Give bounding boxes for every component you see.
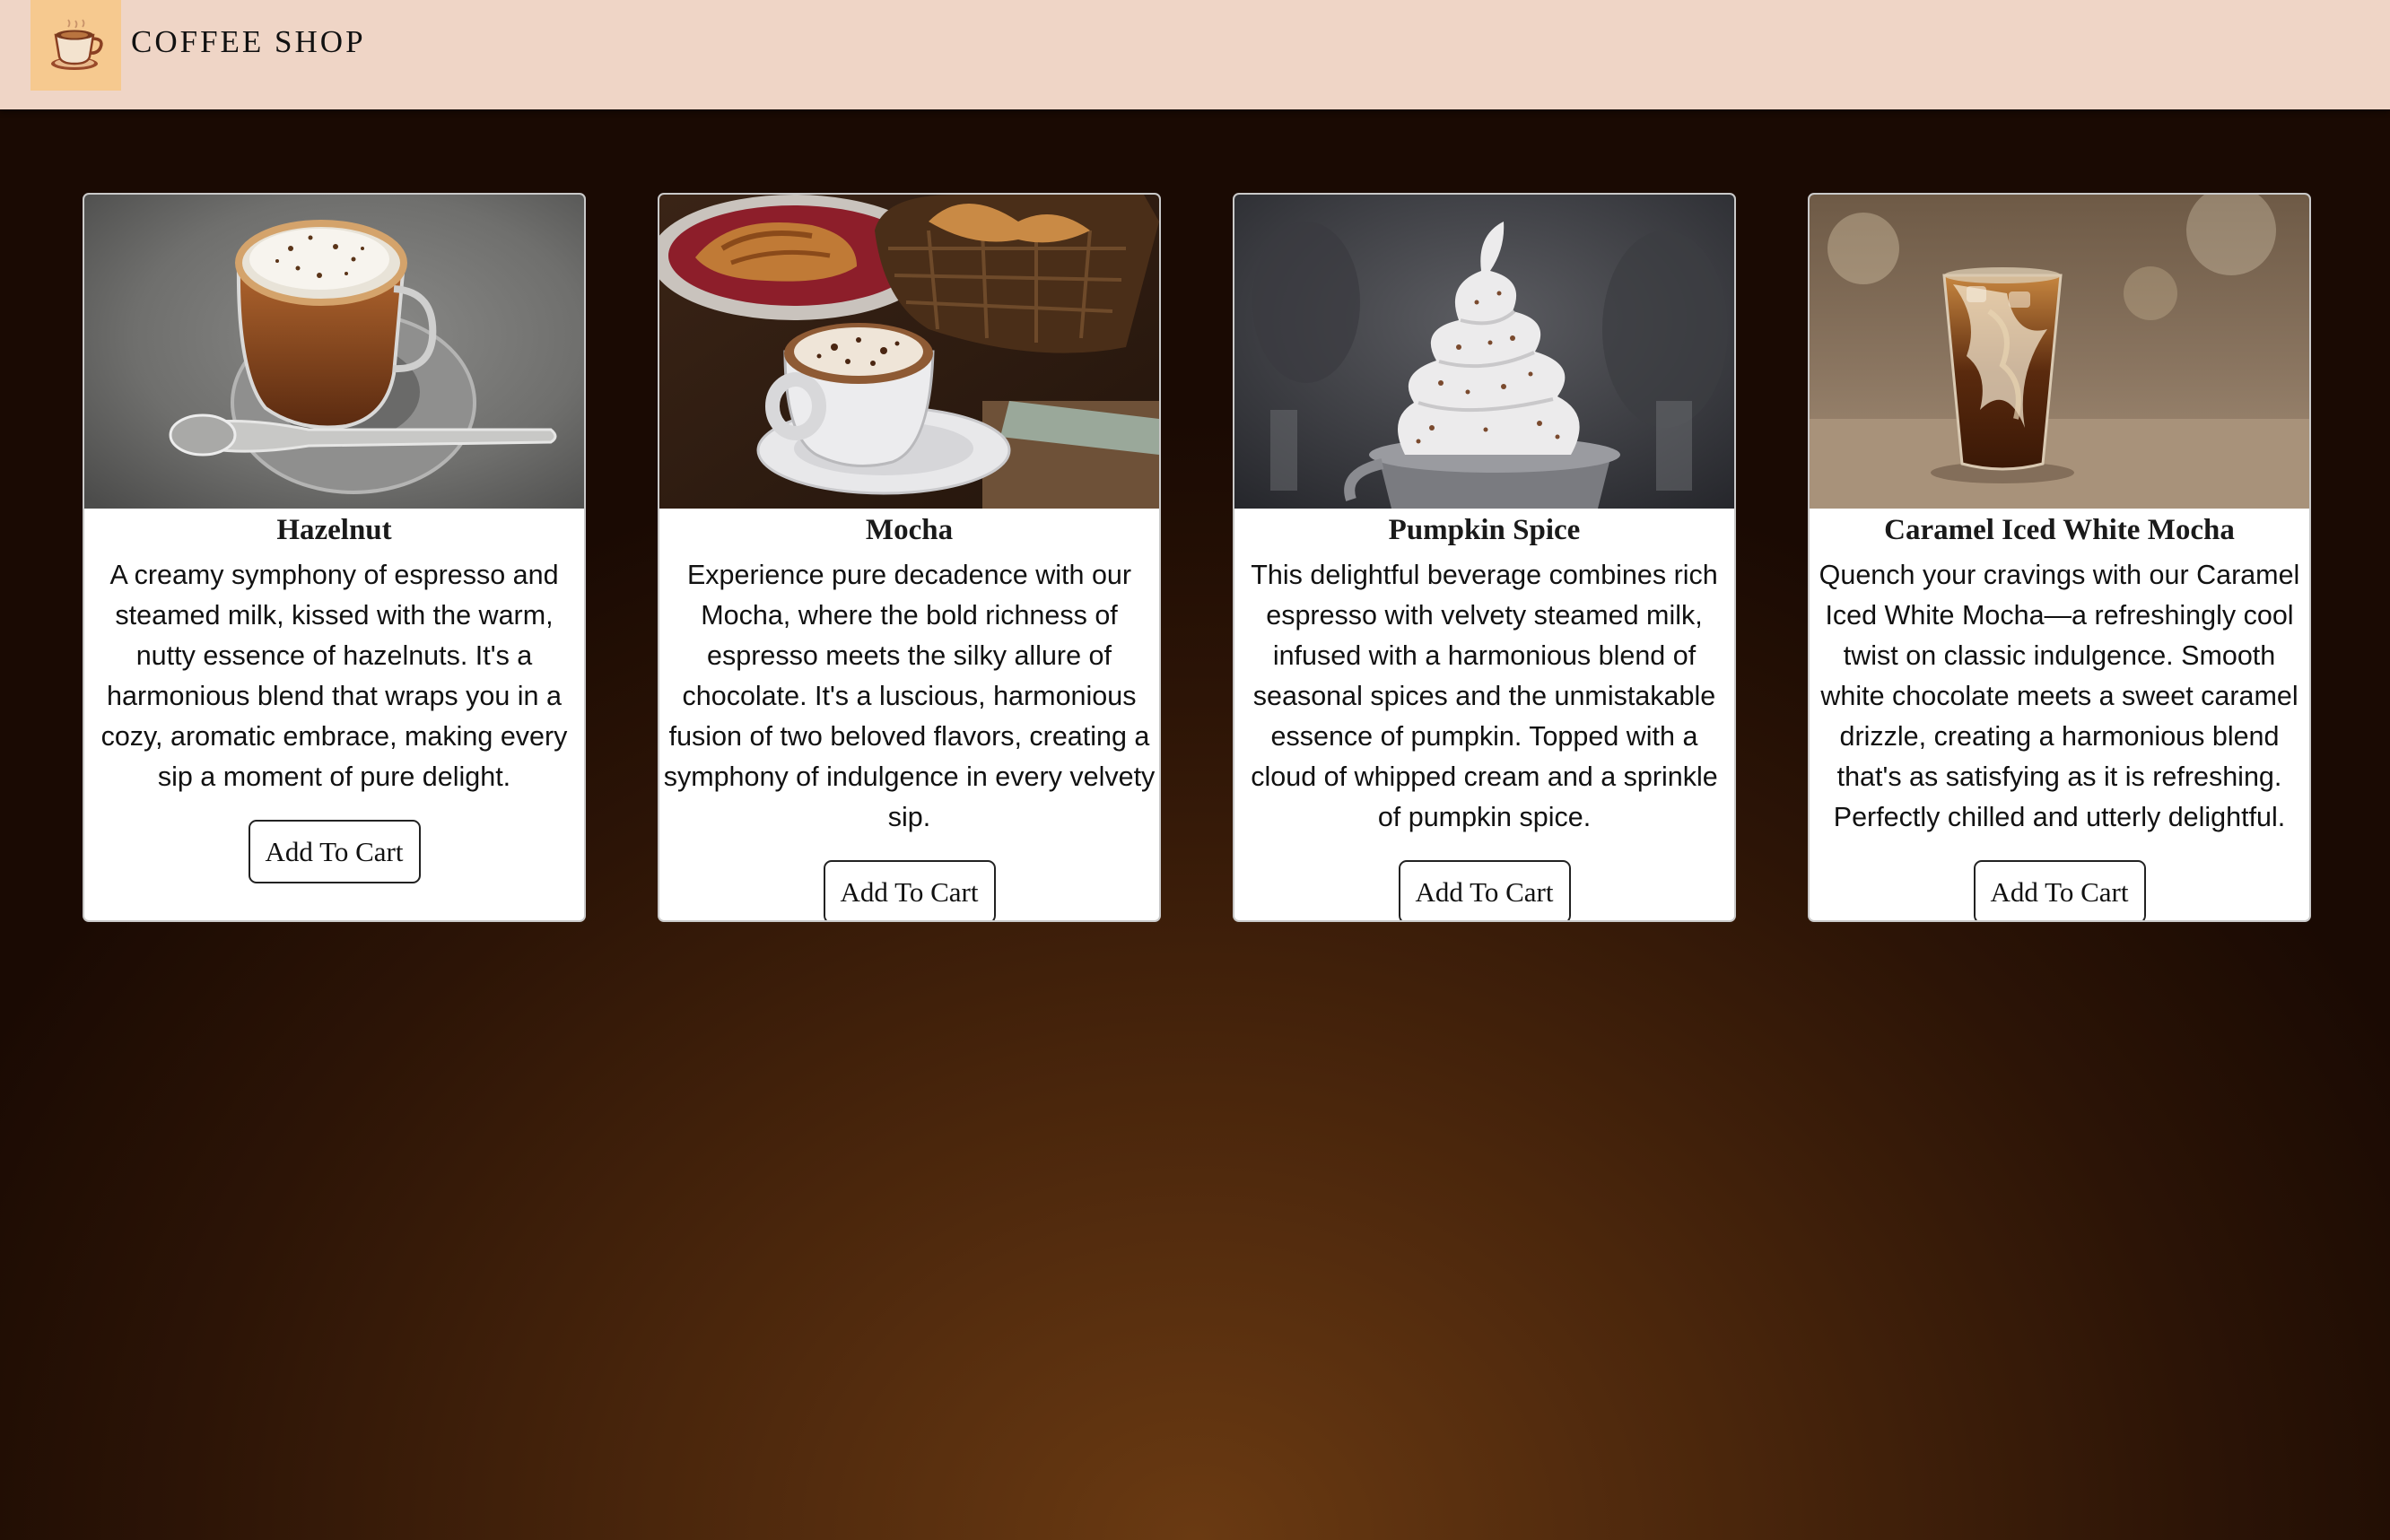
product-description: This delightful beverage combines rich e… xyxy=(1251,560,1718,832)
product-description: Quench your cravings with our Caramel Ic… xyxy=(1819,560,2300,832)
product-card-pumpkin-spice: Pumpkin Spice This delightful beverage c… xyxy=(1233,193,1736,922)
add-to-cart-button[interactable]: Add To Cart xyxy=(248,820,421,883)
add-to-cart-button[interactable]: Add To Cart xyxy=(1973,860,2146,920)
coffee-cup-icon xyxy=(50,18,103,70)
product-name: Mocha xyxy=(865,514,954,546)
mocha-with-croissants-photo xyxy=(659,195,1159,509)
product-card-mocha: Mocha Experience pure decadence with our… xyxy=(658,193,1161,922)
product-name: Hazelnut xyxy=(276,514,392,546)
brand-title[interactable]: COFFEE SHOP xyxy=(131,24,366,60)
add-to-cart-button[interactable]: Add To Cart xyxy=(1398,860,1571,920)
product-description: Experience pure decadence with our Mocha… xyxy=(663,560,1156,832)
product-name: Caramel Iced White Mocha xyxy=(1884,514,2235,546)
logo[interactable] xyxy=(31,0,121,91)
product-name: Pumpkin Spice xyxy=(1388,514,1581,546)
hazelnut-latte-photo xyxy=(84,195,584,509)
product-card-hazelnut: Hazelnut A creamy symphony of espresso a… xyxy=(83,193,586,922)
add-to-cart-button[interactable]: Add To Cart xyxy=(823,860,996,920)
pumpkin-spice-whipped-cream-photo xyxy=(1234,195,1734,509)
product-card-caramel-iced-white-mocha: Caramel Iced White Mocha Quench your cra… xyxy=(1808,193,2311,922)
navbar: COFFEE SHOP xyxy=(0,0,2390,109)
product-description: A creamy symphony of espresso and steame… xyxy=(100,560,568,792)
iced-caramel-mocha-glass-photo xyxy=(1810,195,2309,509)
